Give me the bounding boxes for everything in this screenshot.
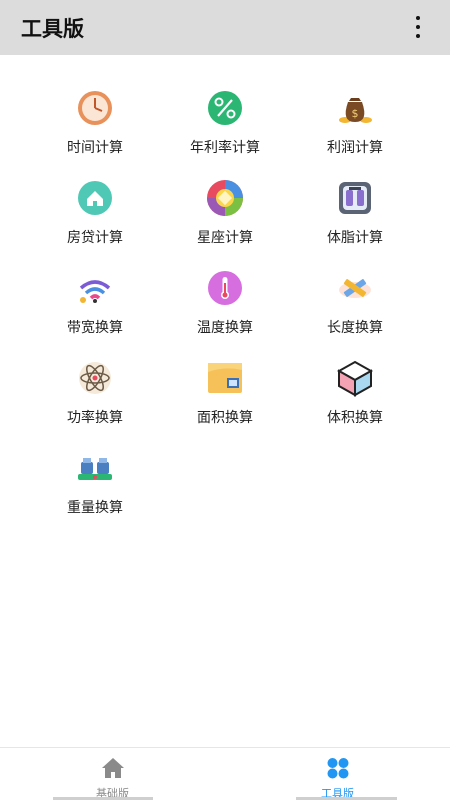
tool-label: 利润计算 [327,140,383,156]
zodiac-wheel-icon [205,178,245,218]
tool-label: 功率换算 [67,410,123,426]
atom-icon [75,358,115,398]
tool-mortgage-calc[interactable]: 房贷计算 [30,168,160,258]
tool-constellation-calc[interactable]: 星座计算 [160,168,290,258]
grid-dots-icon [326,757,350,783]
tool-label: 体积换算 [327,410,383,426]
tool-label: 面积换算 [197,410,253,426]
page-title: 工具版 [21,16,84,41]
wifi-signal-icon [75,268,115,308]
tool-label: 重量换算 [67,500,123,516]
cube-icon [335,358,375,398]
more-vertical-icon[interactable] [414,16,422,38]
tool-label: 房贷计算 [67,230,123,246]
tool-label: 体脂计算 [327,230,383,246]
tool-bandwidth-convert[interactable]: 带宽换算 [30,258,160,348]
svg-text:$: $ [352,107,359,120]
tool-power-convert[interactable]: 功率换算 [30,348,160,438]
house-icon [75,178,115,218]
nav-item-tools[interactable]: 工具版 [225,748,450,800]
tool-label: 温度换算 [197,320,253,336]
ruler-icon [335,268,375,308]
home-icon [101,757,125,783]
tool-label: 长度换算 [327,320,383,336]
tool-label: 星座计算 [197,230,253,246]
tool-label: 年利率计算 [190,140,260,156]
money-bag-icon: $ [335,88,375,128]
tool-body-fat-calc[interactable]: 体脂计算 [290,168,420,258]
tool-time-calc[interactable]: 时间计算 [30,78,160,168]
tool-length-convert[interactable]: 长度换算 [290,258,420,348]
tool-volume-convert[interactable]: 体积换算 [290,348,420,438]
tool-weight-convert[interactable]: 重量换算 [30,438,160,528]
clock-icon [75,88,115,128]
body-scale-icon [335,178,375,218]
percent-icon [205,88,245,128]
tool-grid: 时间计算 年利率计算 $ 利润计算 房贷计算 星座计算 体脂计算 带宽换算 温度… [30,78,420,528]
app-bar: 工具版 [0,0,450,55]
tool-area-convert[interactable]: 面积换算 [160,348,290,438]
area-map-icon [205,358,245,398]
tool-annual-rate-calc[interactable]: 年利率计算 [160,78,290,168]
tool-label: 带宽换算 [67,320,123,336]
weight-scale-icon [75,448,115,488]
tool-temperature-convert[interactable]: 温度换算 [160,258,290,348]
thermometer-icon [205,268,245,308]
tool-label: 时间计算 [67,140,123,156]
tool-profit-calc[interactable]: $ 利润计算 [290,78,420,168]
bottom-nav: 基础版 工具版 [0,747,450,800]
nav-item-basic[interactable]: 基础版 [0,748,225,800]
